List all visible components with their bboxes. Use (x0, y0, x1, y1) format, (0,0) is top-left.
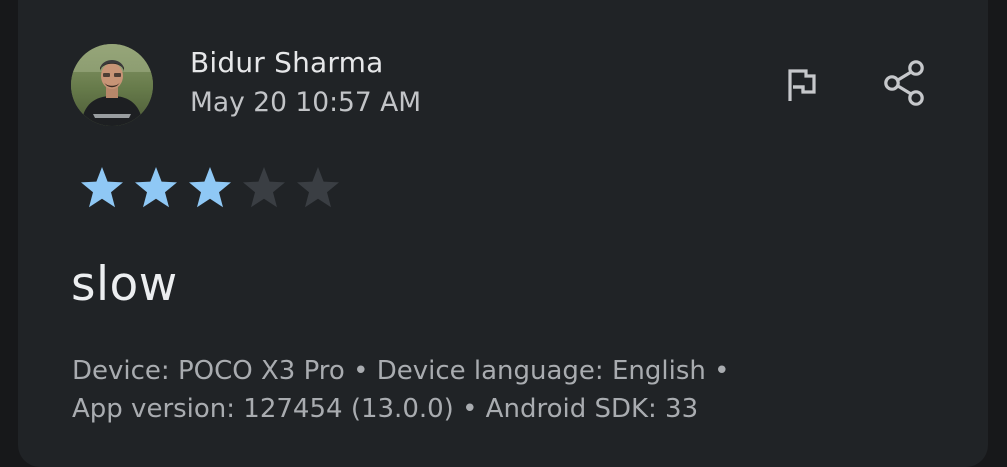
star-filled-icon (130, 163, 182, 213)
star-rating (76, 163, 344, 213)
flag-button[interactable] (773, 60, 829, 116)
share-icon (882, 58, 928, 112)
app-version-line: App version: 127454 (13.0.0) • Android S… (72, 394, 699, 424)
star-empty-icon (292, 163, 344, 213)
author-name: Bidur Sharma (190, 46, 384, 79)
review-date: May 20 10:57 AM (190, 87, 422, 118)
device-info-line: Device: POCO X3 Pro • Device language: E… (72, 356, 730, 386)
flag-icon (781, 66, 821, 110)
star-filled-icon (76, 163, 128, 213)
star-filled-icon (184, 163, 236, 213)
review-card: Bidur Sharma May 20 10:57 AM slow Device… (18, 0, 988, 467)
share-button[interactable] (877, 57, 933, 113)
device-info: Device: POCO X3 Pro • Device language: E… (72, 352, 729, 428)
avatar[interactable] (71, 44, 153, 126)
star-empty-icon (238, 163, 290, 213)
review-text: slow (71, 257, 178, 312)
